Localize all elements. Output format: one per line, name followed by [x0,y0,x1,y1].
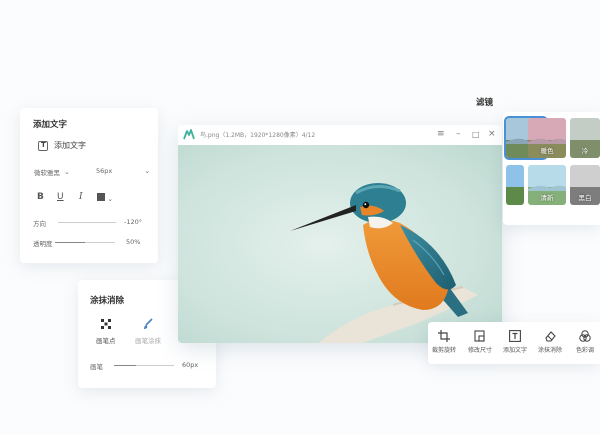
brush-tool-button[interactable]: 画笔涂抹 [135,318,161,345]
italic-button[interactable]: I [79,192,83,202]
pen-tool-label: 画笔点 [96,337,116,345]
add-text-button[interactable]: 添加文字 [38,140,86,151]
pen-tool-icon [100,319,111,329]
text-color-button[interactable]: ⌄ [97,193,113,204]
file-info: 鸟.png（1.2MB，1920*1280像素）4/12 [200,132,316,139]
brush-size-slider[interactable] [114,365,174,366]
add-text-panel: 添加文字 添加文字 微软雅黑 ⌄ 56px ⌄ B U I ⌄ 方向 -120°… [20,108,158,263]
image-viewer-window: 鸟.png（1.2MB，1920*1280像素）4/12 ≡ – □ × [178,125,502,343]
filter-panel-title: 滤镜 [476,98,494,108]
maximize-icon[interactable]: □ [472,130,480,139]
eraser-icon [545,331,556,342]
app-logo-icon [183,129,195,140]
color-icon [579,330,591,342]
filter-label: 黑白 [578,194,592,202]
filter-warm-thumb[interactable]: 暖色 [528,118,566,158]
menu-icon[interactable]: ≡ [437,129,445,139]
color-adjust-label: 色彩调 [576,347,595,354]
add-text-panel-title: 添加文字 [33,120,68,130]
window-titlebar: 鸟.png（1.2MB，1920*1280像素）4/12 ≡ – □ × [178,125,502,145]
opacity-label: 透明度 [33,240,53,248]
filter-label: 清新 [540,194,554,202]
chevron-down-icon: ⌄ [144,167,151,175]
font-size-select[interactable]: 56px ⌄ [96,167,150,175]
crop-rotate-button[interactable]: 裁剪旋转 [432,330,456,354]
bold-button[interactable]: B [37,192,44,202]
landscape-thumbnail [506,165,524,205]
brush-icon [144,318,153,329]
add-text-tool-label: 添加文字 [503,347,528,354]
edit-toolbar: 裁剪旋转 修改尺寸 添加文字 涂抹消除 色彩调 [428,322,600,364]
direction-value: -120° [124,218,143,226]
erase-tool-label: 涂抹消除 [538,347,563,354]
resize-icon [474,330,485,342]
erase-tool-button[interactable]: 涂抹消除 [538,330,562,354]
filter-label: 暖色 [540,147,554,155]
opacity-slider-fill [55,242,85,243]
color-adjust-button[interactable]: 色彩调 [576,330,594,354]
opacity-slider[interactable] [55,242,115,243]
opacity-value: 50% [126,238,141,246]
filter-label: 冷 [581,147,589,155]
color-swatch [97,193,105,201]
underline-button[interactable]: U [57,192,64,202]
erase-panel-title: 涂抹消除 [90,296,125,306]
brush-size-label: 画笔 [90,363,103,371]
direction-label: 方向 [33,220,46,228]
brush-size-value: 60px [182,361,199,369]
add-text-tool-button[interactable]: 添加文字 [503,330,527,354]
close-icon[interactable]: × [488,129,496,139]
direction-slider[interactable] [58,222,116,223]
filter-bw-thumb[interactable]: 黑白 [570,165,600,205]
text-box-icon [38,140,48,151]
chevron-down-icon: ⌄ [105,195,114,203]
crop-rotate-label: 裁剪旋转 [432,347,457,354]
text-icon [509,330,521,342]
filter-cool-thumb[interactable]: 冷 [570,118,600,158]
crop-icon [438,330,450,342]
kingfisher-image [178,145,502,343]
brush-size-slider-fill [114,365,136,366]
filter-fresh-thumb[interactable]: 清新 [528,165,566,205]
resize-button[interactable]: 修改尺寸 [468,330,492,354]
minimize-icon[interactable]: – [456,129,461,139]
font-size-value: 56px [96,167,113,175]
font-family-select[interactable]: 微软雅黑 ⌄ [34,167,70,177]
resize-label: 修改尺寸 [468,347,493,354]
filter-panel: 暖色 冷 清新 黑白 [503,112,600,225]
filter-vivid-thumb[interactable] [506,165,524,205]
pen-tool-button[interactable]: 画笔点 [96,318,116,345]
brush-tool-label: 画笔涂抹 [135,337,161,345]
add-text-button-label: 添加文字 [54,141,86,150]
bird-photo [178,145,502,343]
font-family-value: 微软雅黑 [34,169,60,177]
chevron-down-icon: ⌄ [64,168,70,176]
